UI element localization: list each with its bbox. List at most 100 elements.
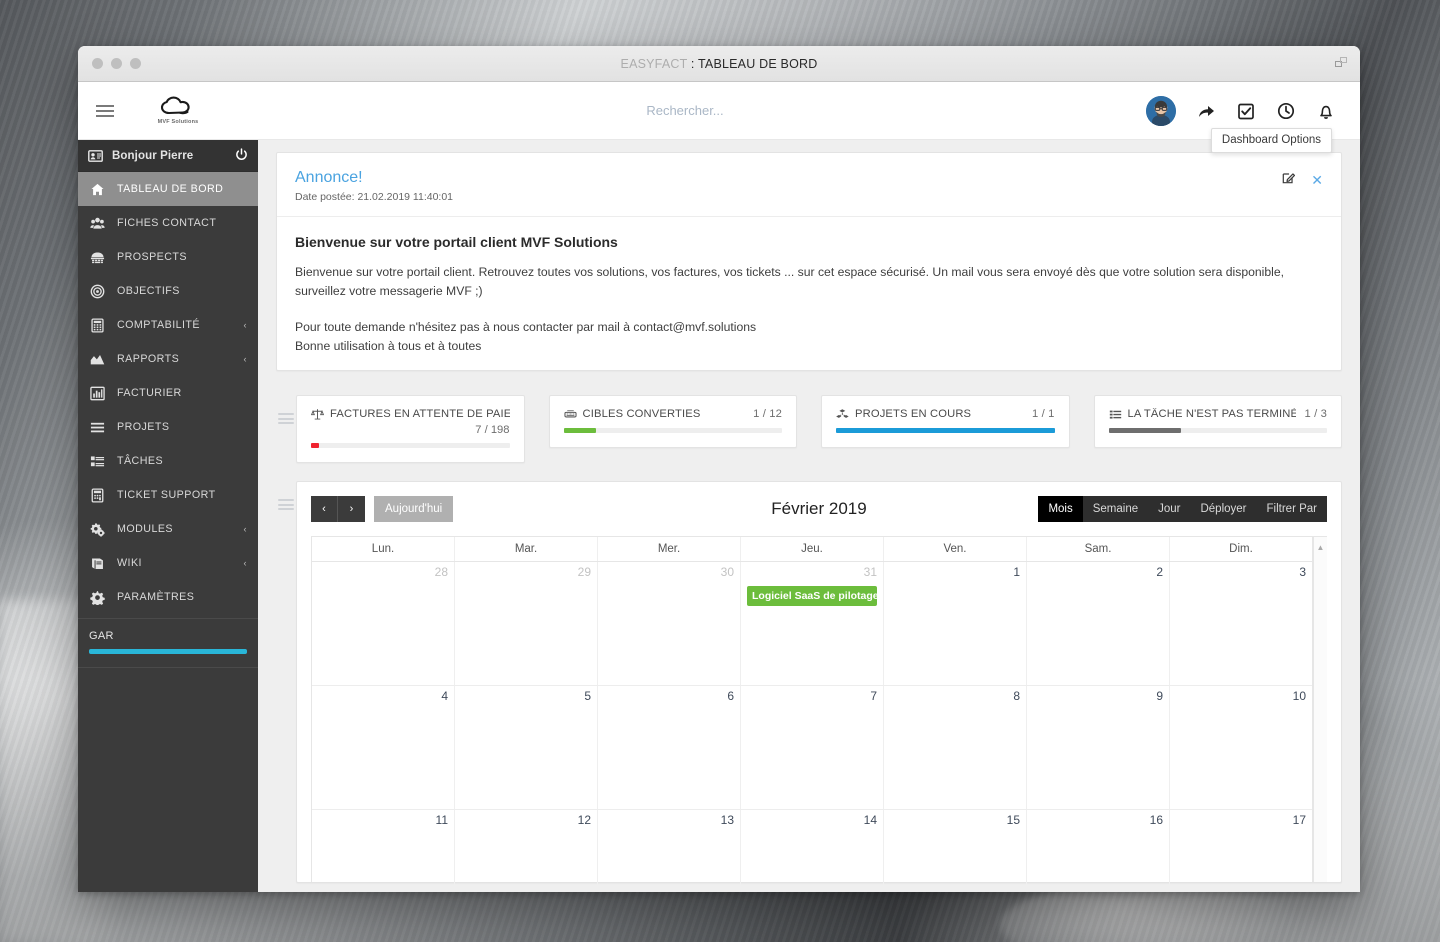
calendar-view-filtrer-par[interactable]: Filtrer Par	[1257, 496, 1327, 522]
calendar-prev-button[interactable]: ‹	[311, 495, 338, 522]
sidebar-item-param-tres[interactable]: PARAMÈTRES	[78, 580, 258, 614]
sidebar-item-facturier[interactable]: FACTURIER	[78, 376, 258, 410]
calendar-day-cell[interactable]: 29	[455, 561, 598, 685]
sidebar-item-label: PROSPECTS	[117, 251, 187, 263]
sidebar-item-ticket-support[interactable]: TICKET SUPPORT	[78, 478, 258, 512]
stat-label: PROJETS EN COURS	[855, 408, 972, 421]
maximize-icon[interactable]	[1335, 57, 1348, 68]
cloud-icon	[160, 96, 190, 115]
stat-count: 7 / 198	[475, 423, 510, 436]
calendar-day-cell[interactable]: 1	[884, 561, 1027, 685]
announcement-date: Date postée: 21.02.2019 11:40:01	[295, 191, 454, 203]
calendar-event[interactable]: Logiciel SaaS de pilotage g	[747, 585, 877, 606]
sidebar-item-wiki[interactable]: WIKI ‹	[78, 546, 258, 580]
tasks-icon[interactable]	[1236, 101, 1256, 121]
calendar-today-button[interactable]: Aujourd'hui	[374, 495, 454, 522]
sidebar-item-projets[interactable]: PROJETS	[78, 410, 258, 444]
stat-card: CIBLES CONVERTIES 1 / 12	[548, 394, 797, 448]
sidebar-item-modules[interactable]: MODULES ‹	[78, 512, 258, 546]
calendar-day-cell[interactable]: 3	[1170, 562, 1312, 685]
chevron-left-icon: ‹	[243, 354, 247, 364]
stat-label: FACTURES EN ATTENTE DE PAIEMENT	[330, 408, 510, 421]
calendar-day-cell[interactable]: 31 Logiciel SaaS de pilotage g	[741, 561, 884, 685]
stat-progress-track	[836, 427, 1055, 433]
gar-label: GAR	[89, 630, 114, 642]
calendar-day-cell[interactable]: 6	[598, 685, 741, 809]
calendar-day-cell[interactable]: 15	[884, 809, 1027, 892]
calendar-day-cell[interactable]: 12	[455, 809, 598, 892]
scroll-up-icon[interactable]: ▲	[1317, 543, 1325, 882]
calendar-day-cell[interactable]: 8	[884, 685, 1027, 809]
search-input[interactable]	[555, 103, 815, 118]
sidebar-item-objectifs[interactable]: OBJECTIFS	[78, 274, 258, 308]
clock-icon[interactable]	[1276, 101, 1296, 121]
gar-progress-fill	[89, 649, 247, 654]
calendar-day-number: 15	[1006, 812, 1020, 827]
calendar-next-button[interactable]: ›	[338, 495, 365, 522]
calendar-day-header: Mar.	[455, 536, 598, 561]
calendar-day-cell[interactable]: 7	[741, 685, 884, 809]
sidebar-item-t-ches[interactable]: TÂCHES	[78, 444, 258, 478]
calendar-view-semaine[interactable]: Semaine	[1083, 496, 1148, 522]
menu-toggle-button[interactable]	[78, 102, 132, 120]
edit-announcement-button[interactable]	[1282, 171, 1296, 189]
calendar-day-number: 16	[1149, 812, 1163, 827]
bell-icon[interactable]	[1316, 101, 1336, 121]
sidebar-item-fiches-contact[interactable]: FICHES CONTACT	[78, 206, 258, 240]
calendar-day-number: 1	[1013, 564, 1020, 579]
announcement-paragraph-2: Pour toute demande n'hésitez pas à nous …	[295, 319, 757, 334]
chevron-left-icon: ‹	[243, 558, 247, 568]
calendar-view-d-ployer[interactable]: Déployer	[1190, 496, 1256, 522]
window-title-sep: :	[687, 56, 698, 71]
app-window: EASYFACT : TABLEAU DE BORD MVF Solutions	[78, 46, 1360, 892]
bullhorn-icon	[563, 408, 577, 421]
calendar-day-cell[interactable]: 2	[1027, 561, 1170, 685]
home-icon	[89, 182, 106, 197]
avatar[interactable]	[1146, 95, 1176, 126]
sidebar-item-tableau-de-bord[interactable]: TABLEAU DE BORD	[78, 172, 258, 206]
brand-logo[interactable]: MVF Solutions	[132, 96, 224, 125]
calendar-day-cell[interactable]: 16	[1027, 809, 1170, 892]
calendar-drag-handle[interactable]	[276, 481, 296, 513]
calendar-day-cell[interactable]: 14	[741, 809, 884, 892]
calendar-scrollbar[interactable]: ▲	[1313, 535, 1327, 882]
logout-button[interactable]	[235, 147, 248, 164]
calendar-day-cell[interactable]: 17	[1170, 810, 1312, 892]
calendar-day-cell[interactable]: 30	[598, 561, 741, 685]
sidebar-item-rapports[interactable]: RAPPORTS ‹	[78, 342, 258, 376]
stat-card: LA TÂCHE N'EST PAS TERMINÉE 1 / 3	[1093, 394, 1342, 448]
window-titlebar: EASYFACT : TABLEAU DE BORD	[78, 46, 1360, 82]
calendar-day-cell[interactable]: 13	[598, 809, 741, 892]
tasks-list-icon	[89, 454, 106, 469]
calendar-day-cell[interactable]: 5	[455, 685, 598, 809]
sidebar-item-label: FICHES CONTACT	[117, 217, 217, 229]
sidebar-item-prospects[interactable]: PROSPECTS	[78, 240, 258, 274]
calendar-day-number: 6	[727, 688, 734, 703]
calendar-day-cell[interactable]: 4	[312, 685, 455, 809]
calendar-day-number: 10	[1292, 688, 1306, 703]
calendar-week-row: 28 29 30 31 Logiciel SaaS de pilotage g 1 2 3	[312, 561, 1312, 686]
bar-chart-icon	[89, 386, 106, 401]
calendar-day-header: Ven.	[884, 536, 1027, 561]
calendar-day-cell[interactable]: 11	[312, 809, 455, 892]
stat-drag-handle[interactable]	[276, 395, 296, 427]
sidebar-item-comptabilit[interactable]: COMPTABILITÉ ‹	[78, 308, 258, 342]
stat-label: CIBLES CONVERTIES	[582, 408, 701, 421]
calendar-day-number: 9	[1156, 688, 1163, 703]
calendar-day-cell[interactable]: 9	[1027, 685, 1170, 809]
calendar-day-cell[interactable]: 10	[1170, 686, 1312, 809]
list-icon	[89, 420, 106, 435]
calendar-day-cell[interactable]: 28	[312, 561, 455, 685]
sidebar-greeting: Bonjour Pierre	[112, 149, 194, 162]
avatar-image	[1146, 95, 1176, 126]
calendar-day-number: 4	[441, 688, 448, 703]
calendar-view-jour[interactable]: Jour	[1148, 496, 1190, 522]
stats-row: FACTURES EN ATTENTE DE PAIEMENT7 / 198 7 …	[276, 394, 1342, 463]
app-header: MVF Solutions Rechercher... Dashboard Op…	[78, 82, 1360, 153]
stat-card-wrapper: FACTURES EN ATTENTE DE PAIEMENT7 / 198 7 …	[276, 394, 525, 463]
calendar-view-mois[interactable]: Mois	[1038, 495, 1083, 522]
close-announcement-button[interactable]: ✕	[1311, 173, 1323, 187]
gears-icon	[89, 522, 106, 537]
share-icon[interactable]	[1196, 101, 1216, 121]
calendar-day-number: 30	[720, 564, 734, 579]
